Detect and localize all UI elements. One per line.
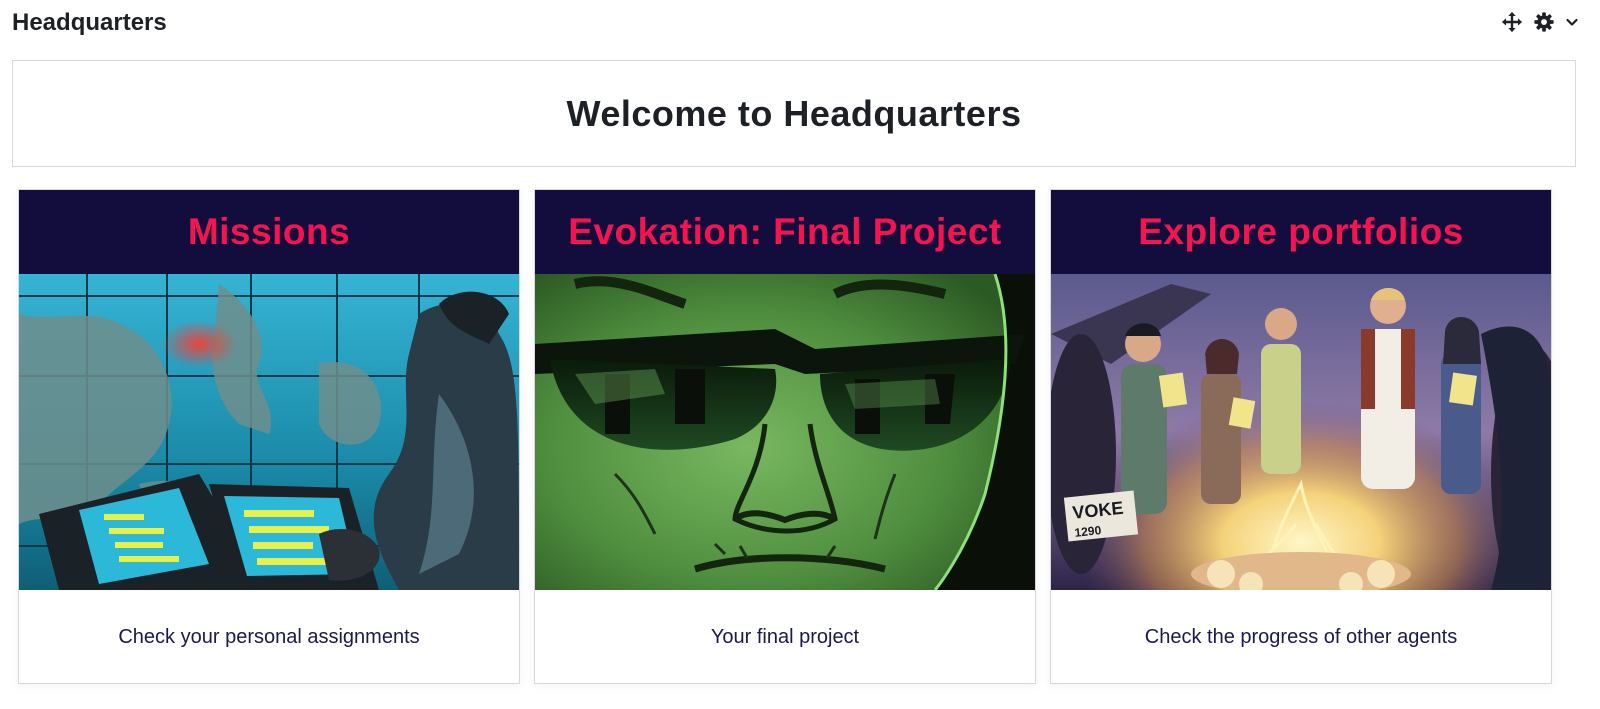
card-header[interactable]: Evokation: Final Project <box>535 190 1035 274</box>
gear-icon[interactable] <box>1532 10 1556 34</box>
block-header: Headquarters <box>12 8 1592 38</box>
card-description: Check your personal assignments <box>118 626 420 648</box>
block-controls <box>1500 10 1580 34</box>
card-evokation-final-project[interactable]: Evokation: Final Project Your final proj… <box>534 189 1036 684</box>
card-footer: Check your personal assignments <box>19 590 519 685</box>
chevron-down-icon[interactable] <box>1564 10 1580 34</box>
block-title: Headquarters <box>12 9 167 36</box>
card-missions[interactable]: Missions Check your personal assignments <box>18 189 520 684</box>
card-title: Missions <box>187 211 351 252</box>
card-explore-portfolios[interactable]: Explore portfolios VOKE 1290 Check the p… <box>1050 189 1552 684</box>
comic-sunglasses-face-illustration[interactable] <box>535 274 1035 590</box>
svg-text:1290: 1290 <box>1074 523 1102 540</box>
welcome-heading: Welcome to Headquarters <box>566 92 1022 134</box>
card-description: Your final project <box>710 626 860 648</box>
comic-agents-campfire-illustration[interactable]: VOKE 1290 <box>1051 274 1551 590</box>
card-title: Explore portfolios <box>1138 211 1464 252</box>
card-header[interactable]: Missions <box>19 190 519 274</box>
card-title: Evokation: Final Project <box>568 211 1002 252</box>
card-footer: Your final project <box>535 590 1035 685</box>
welcome-banner: Welcome to Headquarters <box>12 60 1576 167</box>
comic-agent-world-map-illustration[interactable] <box>19 274 519 590</box>
move-arrows-icon[interactable] <box>1500 10 1524 34</box>
card-header[interactable]: Explore portfolios <box>1051 190 1551 274</box>
card-footer: Check the progress of other agents <box>1051 590 1551 685</box>
card-description: Check the progress of other agents <box>1144 626 1458 648</box>
